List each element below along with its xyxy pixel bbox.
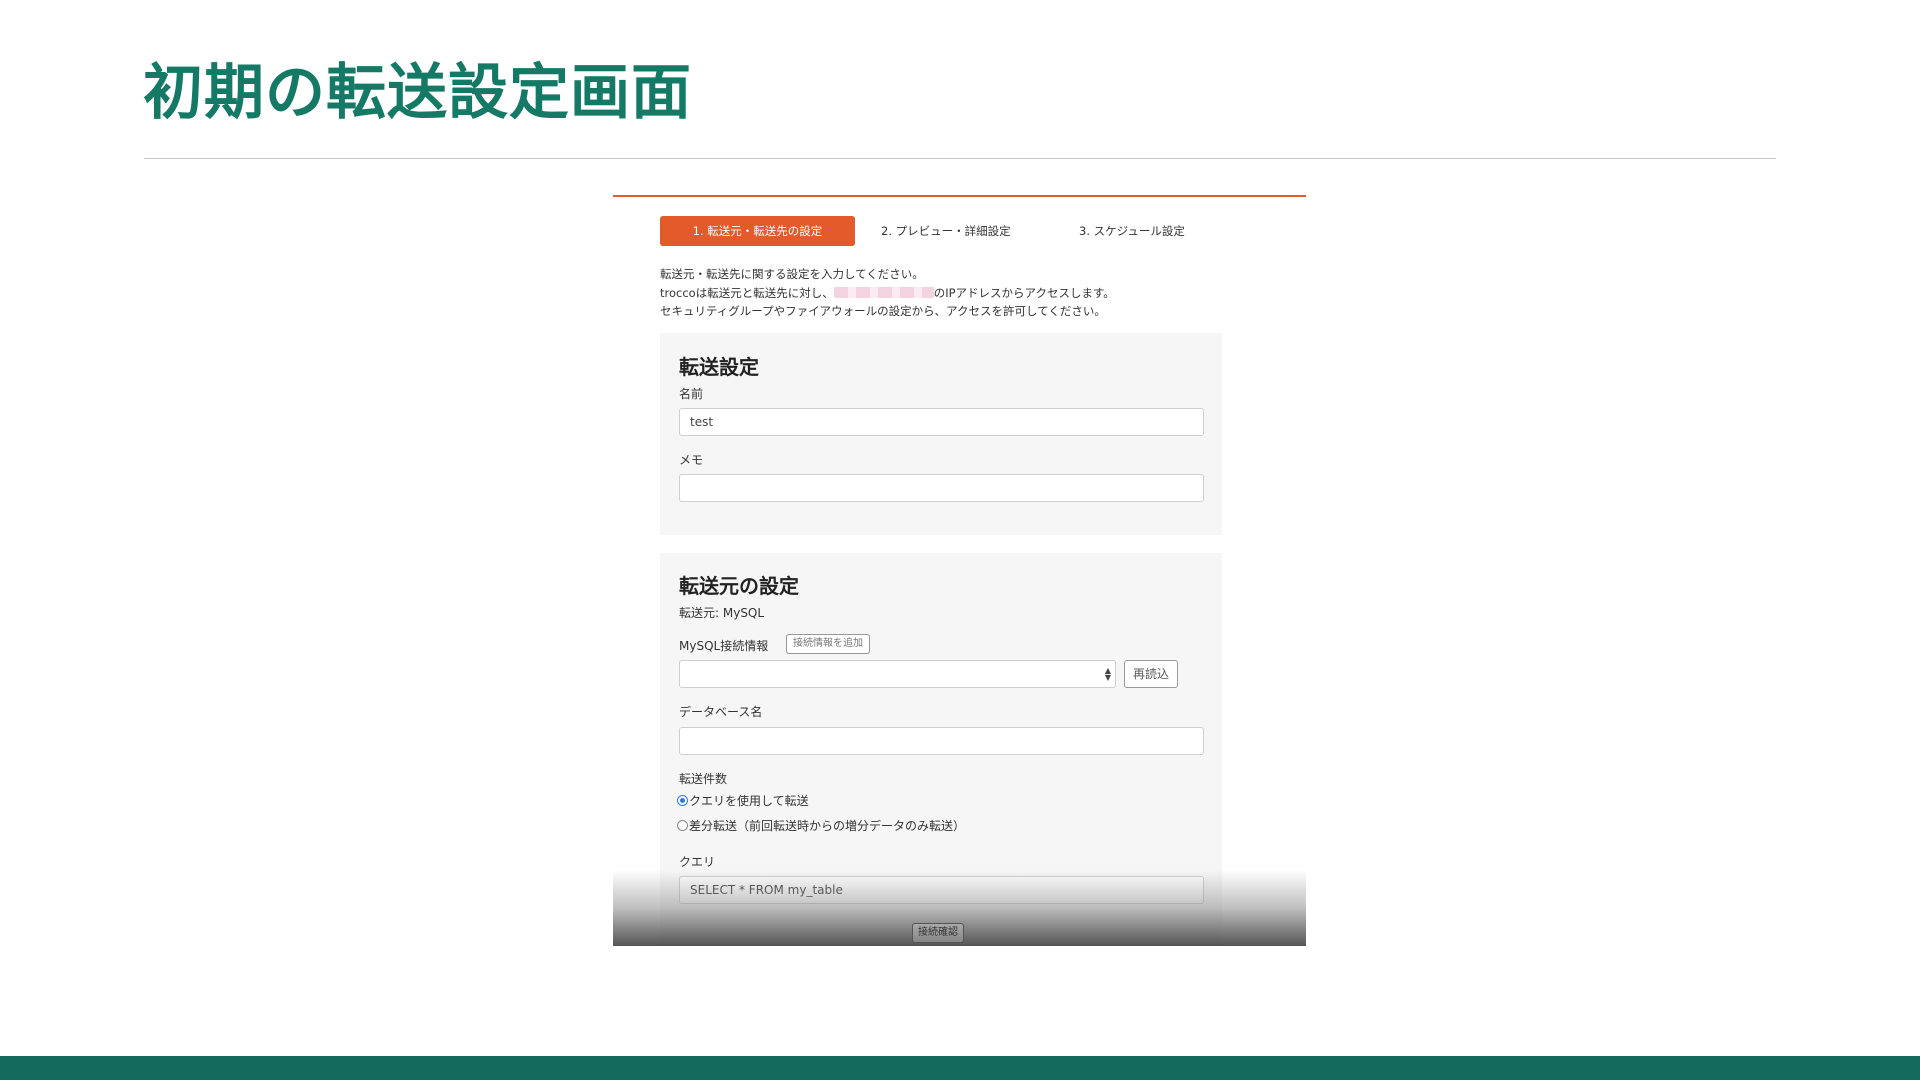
intro-line-2: troccoは転送元と転送先に対し、 のIPアドレスからアクセスします。 bbox=[660, 284, 1280, 303]
transfer-count-label: 転送件数 bbox=[679, 772, 728, 786]
query-label: クエリ bbox=[679, 855, 716, 869]
memo-label: メモ bbox=[679, 453, 704, 467]
radio-unchecked-icon[interactable] bbox=[677, 819, 688, 831]
add-connection-button[interactable]: 接続情報を追加 bbox=[786, 634, 870, 654]
name-input[interactable]: test bbox=[679, 408, 1204, 436]
intro-line-2-prefix: troccoは転送元と転送先に対し、 bbox=[660, 285, 834, 300]
footer-bar bbox=[0, 1056, 1920, 1080]
mysql-connection-label: MySQL接続情報 bbox=[679, 639, 769, 653]
intro-line-3: セキュリティグループやファイアウォールの設定から、アクセスを許可してください。 bbox=[660, 304, 1106, 318]
transfer-settings-title: 転送設定 bbox=[679, 355, 759, 379]
slide-title: 初期の転送設定画面 bbox=[143, 58, 692, 128]
query-input[interactable]: SELECT * FROM my_table bbox=[679, 876, 1204, 904]
app-screenshot: 1. 転送元・転送先の設定 2. プレビュー・詳細設定 3. スケジュール設定 … bbox=[613, 195, 1306, 946]
radio-checked-icon[interactable] bbox=[677, 794, 688, 806]
name-label: 名前 bbox=[679, 387, 704, 401]
step-schedule[interactable]: 3. スケジュール設定 bbox=[1079, 216, 1185, 246]
radio-option-incremental-label: 差分転送（前回転送時からの増分データのみ転送） bbox=[689, 818, 966, 833]
step-preview-details[interactable]: 2. プレビュー・詳細設定 bbox=[881, 216, 1011, 246]
transfer-settings-card: 転送設定 名前 test メモ bbox=[660, 333, 1222, 535]
radio-option-query-label: クエリを使用して転送 bbox=[689, 793, 809, 808]
source-settings-card: 転送元の設定 転送元: MySQL MySQL接続情報 接続情報を追加 ▲ ▼ 再… bbox=[660, 553, 1222, 946]
mysql-connection-select[interactable]: ▲ ▼ bbox=[679, 660, 1116, 688]
radio-option-query[interactable]: クエリを使用して転送 bbox=[677, 792, 809, 808]
database-name-label: データベース名 bbox=[679, 705, 763, 719]
wizard-steps: 1. 転送元・転送先の設定 2. プレビュー・詳細設定 3. スケジュール設定 bbox=[660, 216, 1260, 246]
connection-check-button[interactable]: 接続確認 bbox=[912, 923, 964, 943]
redacted-ip-address bbox=[833, 286, 934, 298]
header-accent-line bbox=[613, 195, 1306, 197]
database-name-input[interactable] bbox=[679, 727, 1204, 755]
intro-text: 転送元・転送先に関する設定を入力してください。 troccoは転送元と転送先に対… bbox=[660, 265, 1280, 321]
radio-option-incremental[interactable]: 差分転送（前回転送時からの増分データのみ転送） bbox=[677, 817, 965, 833]
source-settings-title: 転送元の設定 bbox=[679, 574, 799, 598]
source-type-text: 転送元: MySQL bbox=[679, 606, 765, 620]
intro-line-1: 転送元・転送先に関する設定を入力してください。 bbox=[660, 267, 924, 281]
title-divider bbox=[144, 158, 1776, 159]
step-source-destination[interactable]: 1. 転送元・転送先の設定 bbox=[660, 216, 855, 246]
memo-input[interactable] bbox=[679, 474, 1204, 502]
intro-line-2-suffix: のIPアドレスからアクセスします。 bbox=[933, 285, 1115, 300]
select-updown-icon: ▲ ▼ bbox=[1104, 666, 1111, 682]
reload-button[interactable]: 再読込 bbox=[1124, 660, 1179, 688]
